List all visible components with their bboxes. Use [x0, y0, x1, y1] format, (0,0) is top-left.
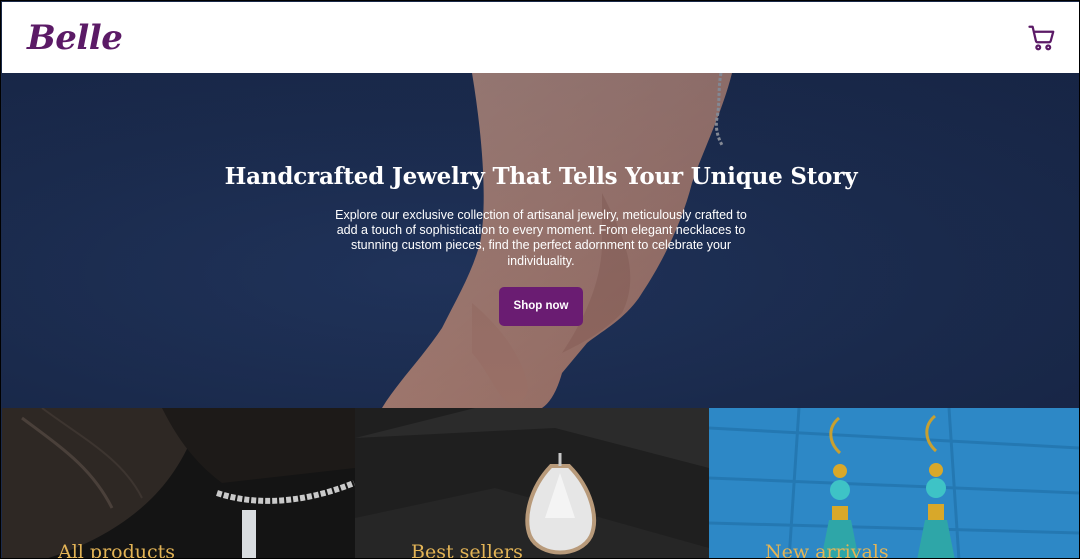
necklace-image [2, 408, 355, 558]
category-tile-best-sellers[interactable]: Best sellers [355, 408, 709, 559]
cart-button[interactable] [1026, 22, 1058, 54]
hero-title: Handcrafted Jewelry That Tells Your Uniq… [224, 163, 858, 190]
page: Belle Handcrafted Jewelry That Tells You… [0, 0, 1080, 559]
category-label: All products [58, 541, 176, 559]
hero-content: Handcrafted Jewelry That Tells Your Uniq… [2, 73, 1079, 408]
site-header: Belle [2, 2, 1079, 73]
cart-icon [1028, 25, 1055, 50]
shop-now-button[interactable]: Shop now [499, 286, 583, 326]
category-tile-all-products[interactable]: All products [2, 408, 355, 559]
category-tile-new-arrivals[interactable]: New arrivals [709, 408, 1079, 559]
category-label: Best sellers [411, 541, 523, 559]
category-label: New arrivals [765, 541, 889, 559]
earrings-image [709, 408, 1079, 558]
hero-description: Explore our exclusive collection of arti… [335, 208, 747, 268]
logo[interactable]: Belle [27, 18, 123, 58]
ring-image [355, 408, 709, 558]
hero-banner: Handcrafted Jewelry That Tells Your Uniq… [2, 73, 1079, 408]
category-tiles: All products Best sellers New arrivals [2, 408, 1079, 559]
